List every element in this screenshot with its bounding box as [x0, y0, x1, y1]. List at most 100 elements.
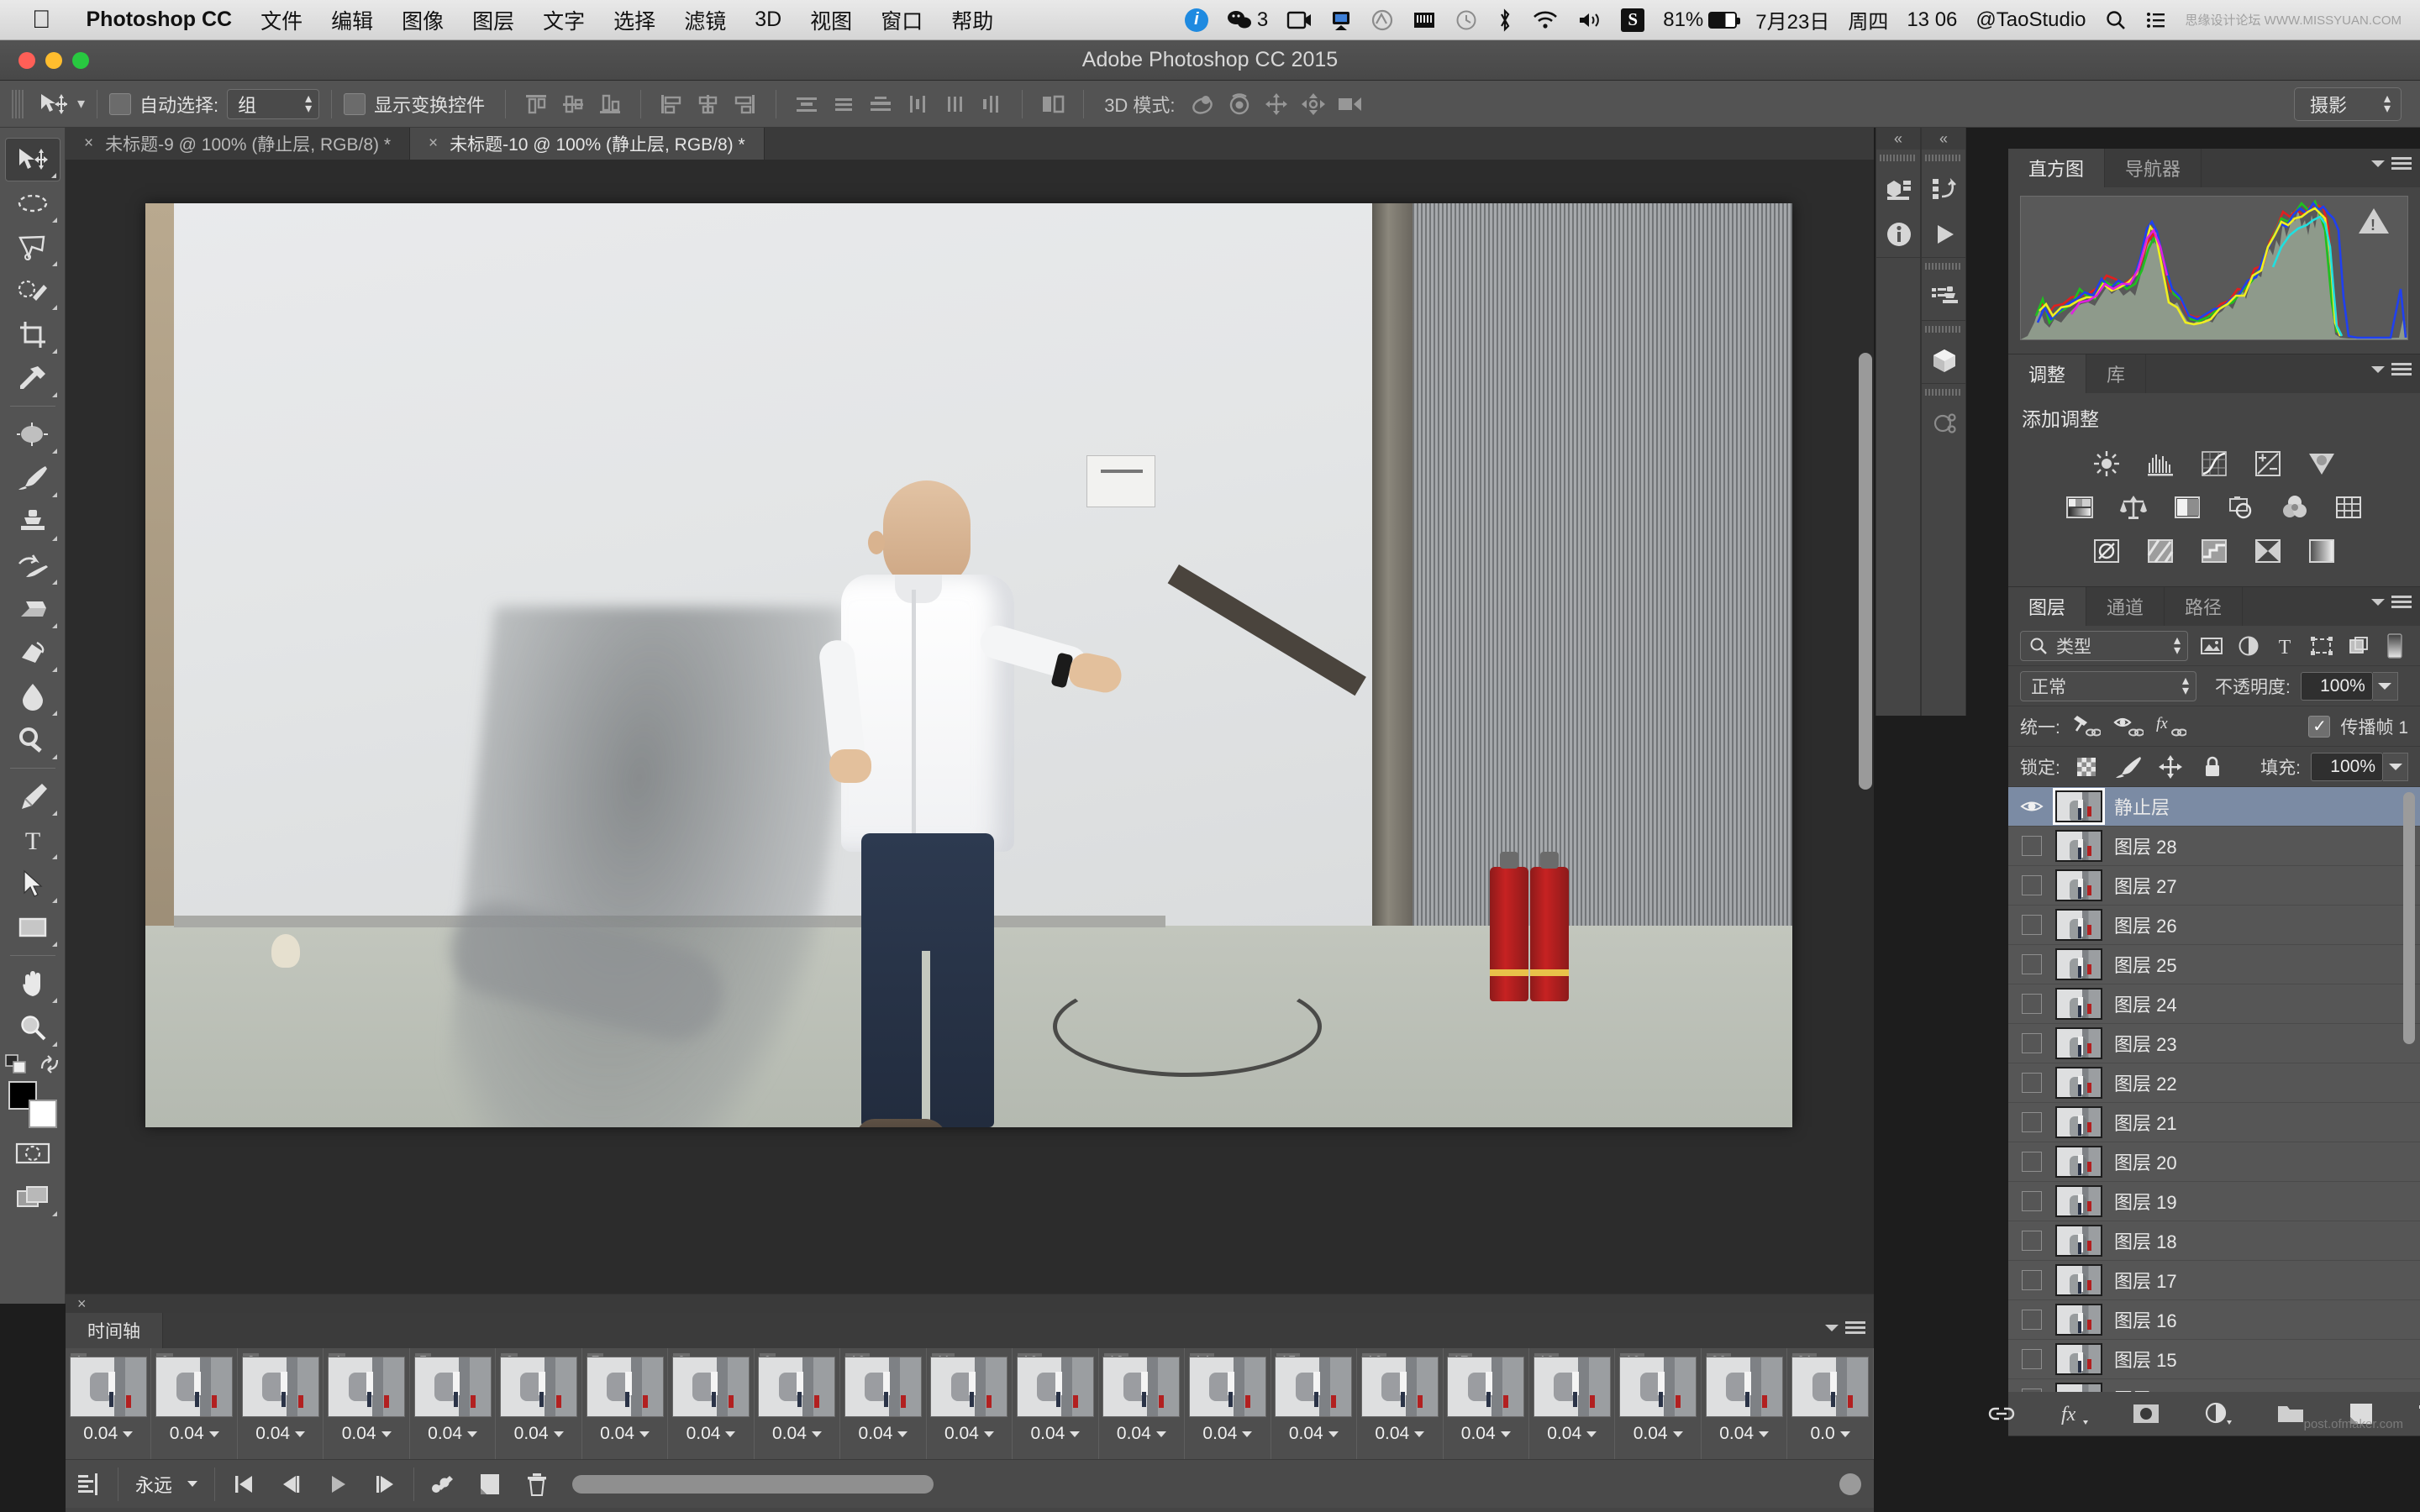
black-white-icon[interactable] — [2170, 491, 2204, 524]
frame-delay[interactable]: 0.04 — [514, 1424, 564, 1444]
fill-dropdown-icon[interactable] — [2383, 752, 2408, 781]
default-colors-icon[interactable] — [4, 1054, 27, 1074]
distribute-horizontal-centers-icon[interactable] — [936, 87, 973, 121]
tab-layers[interactable]: 图层 — [2008, 587, 2087, 626]
frame-delay[interactable]: 0.04 — [1719, 1424, 1770, 1444]
layer-row[interactable]: 图层 20 — [2008, 1142, 2420, 1182]
hue-saturation-icon[interactable] — [2063, 491, 2096, 524]
menu-image[interactable]: 图像 — [402, 5, 444, 35]
dock-grip[interactable] — [1876, 150, 1920, 166]
layer-row[interactable]: 图层 19 — [2008, 1182, 2420, 1221]
animation-frame[interactable]: 60.04 — [496, 1348, 582, 1459]
menu-filter[interactable]: 滤镜 — [684, 5, 726, 35]
frame-thumbnail[interactable] — [1705, 1357, 1783, 1417]
gradient-map-icon[interactable] — [2251, 534, 2285, 568]
path-selection-tool[interactable] — [5, 862, 60, 906]
timeline-horizontal-scrollbar[interactable] — [572, 1474, 934, 1494]
frame-thumbnail[interactable] — [1102, 1357, 1181, 1417]
close-icon[interactable]: × — [84, 134, 93, 153]
play-animation-icon[interactable] — [314, 1466, 361, 1503]
rotate-3d-icon[interactable] — [1184, 87, 1221, 121]
tab-timeline[interactable]: 时间轴 — [66, 1313, 163, 1348]
document-tab-1[interactable]: × 未标题-9 @ 100% (静止层, RGB/8) * — [66, 128, 410, 160]
dock-grip[interactable] — [1922, 384, 1965, 401]
animation-frame[interactable]: 120.04 — [1013, 1348, 1099, 1459]
align-horizontal-centers-icon[interactable] — [690, 87, 727, 121]
screen-mode-toggle[interactable] — [5, 1175, 60, 1219]
layer-thumbnail[interactable] — [2055, 1185, 2102, 1217]
new-adjustment-layer-icon[interactable] — [2204, 1399, 2233, 1428]
frame-thumbnail[interactable] — [1619, 1357, 1697, 1417]
animation-frame[interactable]: 180.04 — [1529, 1348, 1616, 1459]
align-top-edges-icon[interactable] — [518, 87, 555, 121]
menu-app-name[interactable]: Photoshop CC — [87, 8, 233, 32]
channel-mixer-icon[interactable] — [2278, 491, 2312, 524]
creative-cloud-icon[interactable] — [1370, 9, 1394, 31]
artboard-image[interactable] — [145, 203, 1792, 1127]
animation-frame[interactable]: 130.04 — [1099, 1348, 1186, 1459]
layer-visibility-checkbox[interactable] — [2008, 1033, 2055, 1053]
frame-thumbnail[interactable] — [328, 1357, 406, 1417]
frame-delay[interactable]: 0.04 — [1117, 1424, 1166, 1444]
eraser-tool[interactable] — [5, 587, 60, 631]
dock-grip[interactable] — [1922, 150, 1965, 166]
filter-smart-object-icon[interactable] — [2345, 632, 2372, 660]
background-color-swatch[interactable] — [28, 1100, 57, 1128]
document-tab-2[interactable]: × 未标题-10 @ 100% (静止层, RGB/8) * — [410, 128, 765, 160]
actions-play-icon[interactable] — [1922, 212, 1967, 257]
frame-thumbnail[interactable] — [672, 1357, 750, 1417]
layer-row[interactable]: 图层 22 — [2008, 1063, 2420, 1103]
select-previous-frame-icon[interactable] — [267, 1466, 314, 1503]
rectangle-tool[interactable] — [5, 906, 60, 949]
distribute-bottom-edges-icon[interactable] — [862, 87, 899, 121]
layer-row[interactable]: 图层 17 — [2008, 1261, 2420, 1300]
layer-thumbnail[interactable] — [2055, 909, 2102, 941]
dock-grip[interactable] — [1922, 258, 1965, 275]
close-icon[interactable]: × — [429, 134, 438, 153]
layer-row[interactable]: 图层 28 — [2008, 827, 2420, 866]
bluetooth-icon[interactable] — [1497, 8, 1513, 32]
brightness-contrast-icon[interactable] — [2090, 447, 2123, 480]
frame-delay[interactable]: 0.04 — [428, 1424, 478, 1444]
layer-row[interactable]: 图层 24 — [2008, 984, 2420, 1024]
animation-frame[interactable]: 140.04 — [1185, 1348, 1271, 1459]
layer-visibility-checkbox[interactable] — [2008, 915, 2055, 935]
layer-visibility-checkbox[interactable] — [2008, 1310, 2055, 1330]
lock-position-icon[interactable] — [2154, 753, 2186, 781]
video-camera-icon[interactable] — [1286, 9, 1312, 31]
menu-type[interactable]: 文字 — [543, 5, 585, 35]
layer-visibility-eye-icon[interactable] — [2008, 798, 2055, 815]
filter-adjustment-icon[interactable] — [2235, 632, 2262, 660]
exposure-icon[interactable] — [2251, 447, 2285, 480]
pen-tool[interactable] — [5, 774, 60, 818]
tab-libraries[interactable]: 库 — [2086, 354, 2147, 393]
frame-thumbnail[interactable] — [586, 1357, 664, 1417]
canvas-vertical-scrollbar[interactable] — [1859, 353, 1872, 790]
levels-icon[interactable] — [2144, 447, 2177, 480]
lasso-tool[interactable] — [5, 225, 60, 269]
tab-navigator[interactable]: 导航器 — [2105, 149, 2202, 187]
blend-mode-dropdown[interactable]: 正常 ▴ ▾ — [2020, 670, 2196, 701]
layer-visibility-checkbox[interactable] — [2008, 1231, 2055, 1251]
dock-grip[interactable] — [1922, 321, 1965, 338]
history-panel-icon[interactable] — [1922, 166, 1967, 212]
frame-thumbnail[interactable] — [1188, 1357, 1266, 1417]
lock-transparency-icon[interactable] — [2070, 753, 2102, 781]
filter-shape-icon[interactable] — [2308, 632, 2335, 660]
volume-icon[interactable] — [1577, 10, 1602, 30]
convert-to-video-timeline-icon[interactable] — [1827, 1466, 1874, 1503]
layer-visibility-checkbox[interactable] — [2008, 994, 2055, 1014]
color-swatches[interactable] — [5, 1079, 60, 1131]
menu-layer[interactable]: 图层 — [472, 5, 514, 35]
layer-row[interactable]: 图层 15 — [2008, 1340, 2420, 1379]
search-icon[interactable] — [2105, 9, 2127, 31]
keyboard-icon[interactable] — [1413, 10, 1436, 30]
layers-scrollbar[interactable] — [2403, 792, 2415, 1044]
collapse-panels-icon[interactable]: « — [1876, 128, 1920, 150]
options-bar-grip[interactable] — [12, 89, 25, 118]
layer-row[interactable]: 图层 16 — [2008, 1300, 2420, 1340]
opacity-value[interactable]: 100% — [2300, 671, 2373, 701]
layer-visibility-checkbox[interactable] — [2008, 875, 2055, 895]
layer-thumbnail[interactable] — [2055, 1343, 2102, 1375]
loop-dropdown[interactable]: 永远 — [124, 1471, 209, 1498]
